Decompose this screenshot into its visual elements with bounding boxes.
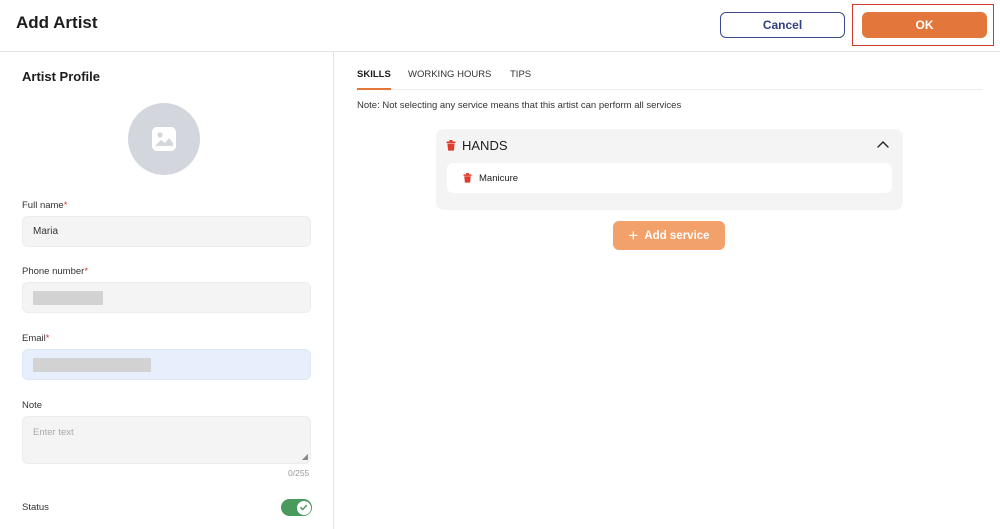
section-title: Artist Profile: [22, 69, 101, 84]
ok-button[interactable]: OK: [862, 12, 987, 38]
note-char-counter: 0/255: [288, 468, 310, 478]
trash-icon[interactable]: [446, 140, 456, 151]
trash-icon[interactable]: [463, 173, 472, 183]
phone-number-field[interactable]: [22, 282, 311, 313]
check-icon: [300, 504, 308, 511]
add-service-label: Add service: [644, 229, 710, 242]
note-label: Note: [22, 400, 43, 411]
plus-icon: +: [628, 226, 639, 245]
resize-handle-icon[interactable]: ◢: [302, 452, 308, 461]
status-label: Status: [22, 502, 49, 513]
service-name: Manicure: [479, 172, 519, 184]
note-placeholder: Enter text: [33, 427, 74, 438]
add-service-button[interactable]: + Add service: [613, 221, 725, 250]
note-textarea[interactable]: Enter text ◢: [22, 416, 311, 464]
status-toggle[interactable]: [281, 499, 312, 516]
top-bar: Add Artist Cancel OK: [0, 0, 1000, 52]
skills-note: Note: Not selecting any service means th…: [357, 100, 682, 111]
tab-skills[interactable]: SKILLS: [357, 69, 391, 90]
image-icon: [152, 127, 176, 151]
page-title: Add Artist: [16, 13, 98, 32]
service-group-header: HANDS: [446, 138, 508, 153]
toggle-knob: [296, 500, 311, 515]
redacted-phone: [33, 290, 103, 305]
phone-number-label: Phone number*: [22, 266, 89, 277]
cancel-button[interactable]: Cancel: [720, 12, 845, 38]
tab-bar: SKILLS WORKING HOURS TIPS: [357, 68, 983, 90]
artist-details-panel: SKILLS WORKING HOURS TIPS Note: Not sele…: [335, 52, 1000, 529]
artist-profile-panel: Artist Profile Full name* Maria Phone nu…: [0, 52, 334, 529]
full-name-field[interactable]: Maria: [22, 216, 311, 247]
service-item: Manicure: [447, 163, 892, 193]
service-group-title: HANDS: [462, 138, 508, 153]
redacted-email: [33, 357, 151, 372]
tab-working-hours[interactable]: WORKING HOURS: [408, 69, 491, 90]
chevron-up-icon[interactable]: [877, 140, 889, 148]
email-field[interactable]: [22, 349, 311, 380]
full-name-label: Full name*: [22, 200, 68, 211]
avatar-upload[interactable]: [128, 103, 200, 175]
full-name-value: Maria: [33, 226, 59, 237]
email-label: Email*: [22, 333, 50, 344]
tab-tips[interactable]: TIPS: [510, 69, 531, 90]
service-group: HANDS Manicure: [436, 129, 903, 210]
